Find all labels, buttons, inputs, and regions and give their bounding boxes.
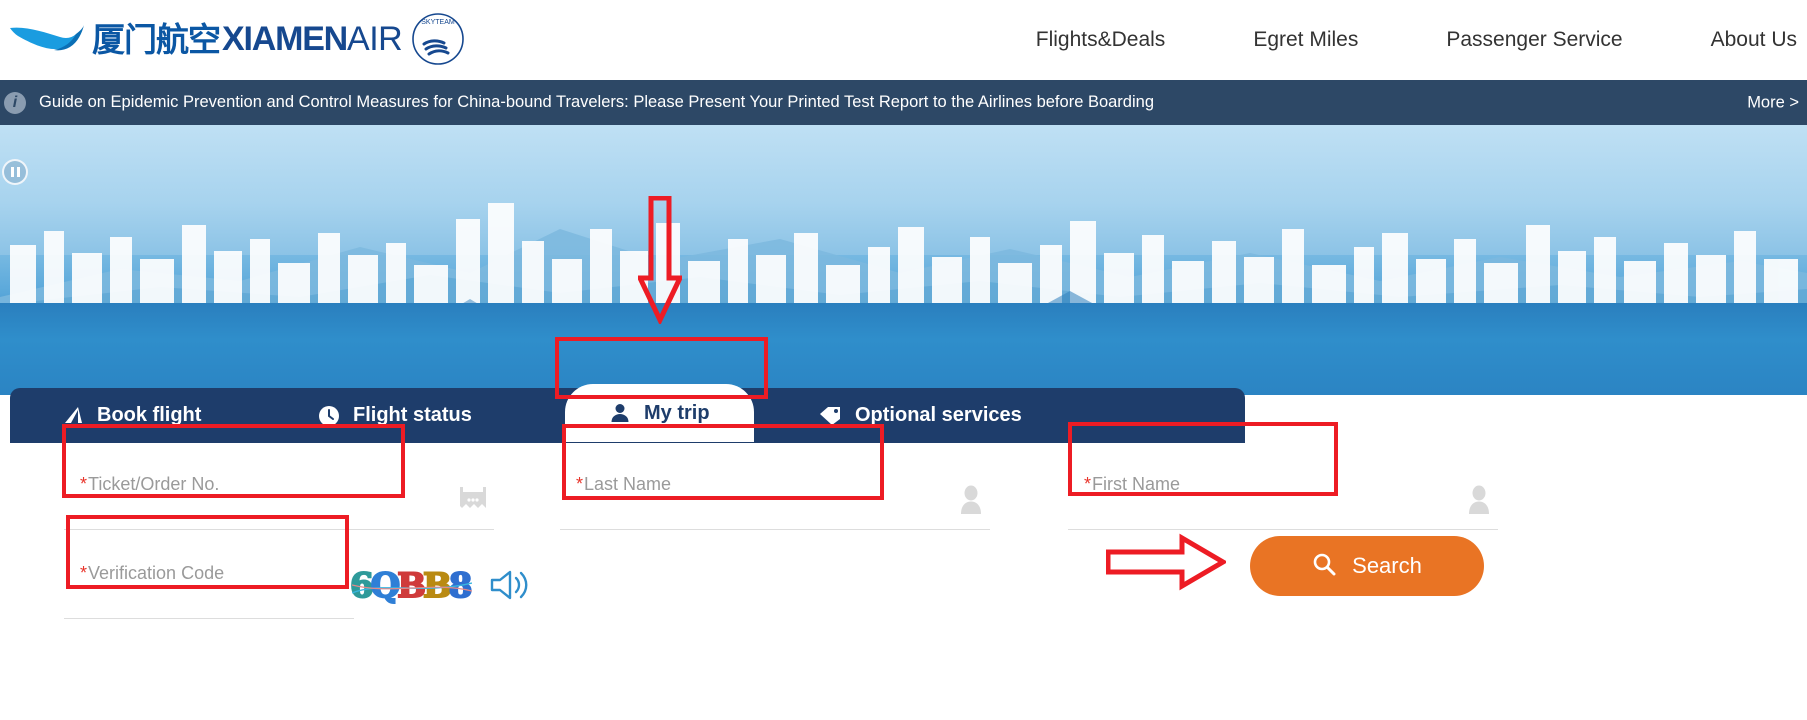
red-right-arrow-annotation	[1106, 533, 1226, 591]
tab-flight-status[interactable]: Flight status	[318, 388, 472, 443]
nav-item-egret-miles[interactable]: Egret Miles	[1253, 28, 1358, 52]
main-navigation: Flights&Deals Egret Miles Passenger Serv…	[1036, 0, 1807, 80]
last-name-placeholder: *Last Name	[576, 474, 672, 494]
search-button[interactable]: Search	[1250, 536, 1484, 596]
person-icon	[1466, 484, 1492, 519]
field-ticket-order-no[interactable]: *Ticket/Order No.	[64, 458, 494, 530]
speaker-icon[interactable]	[488, 567, 530, 608]
my-trip-search-form: *Ticket/Order No. *Last Name *First Name	[10, 443, 1550, 720]
nav-item-about-us[interactable]: About Us	[1711, 28, 1797, 52]
tab-label: Optional services	[855, 404, 1022, 426]
info-icon: i	[4, 91, 26, 114]
xiamenair-bird-icon	[10, 25, 84, 51]
captcha-noise-lines	[352, 582, 472, 594]
required-asterisk: *	[80, 563, 88, 583]
tab-optional-services[interactable]: Optional services	[818, 388, 1022, 443]
person-icon	[958, 484, 984, 519]
required-asterisk: *	[576, 474, 584, 494]
svg-text:SKYTEAM: SKYTEAM	[422, 19, 456, 26]
pause-icon-bar	[16, 167, 20, 177]
search-tabbar: Book flight Flight status My trip Option…	[0, 384, 1807, 450]
airplane-wing-icon	[62, 405, 84, 427]
tab-label: My trip	[644, 401, 710, 424]
first-name-placeholder: *First Name	[1084, 474, 1181, 494]
epidemic-notice-banner[interactable]: i Guide on Epidemic Prevention and Contr…	[0, 80, 1807, 125]
notice-more-link[interactable]: More >	[1747, 93, 1799, 112]
tab-label: Book flight	[97, 404, 202, 426]
field-first-name[interactable]: *First Name	[1068, 458, 1498, 530]
carousel-pause-button[interactable]	[2, 159, 28, 185]
brand-logo-air: AIR	[347, 20, 403, 58]
tag-icon	[818, 405, 842, 427]
clock-icon	[318, 405, 340, 427]
notice-text: Guide on Epidemic Prevention and Control…	[39, 93, 1154, 111]
required-asterisk: *	[80, 474, 88, 494]
red-down-arrow-annotation	[638, 196, 682, 324]
field-last-name[interactable]: *Last Name	[560, 458, 990, 530]
brand-logo-chinese: 厦门航空	[92, 19, 221, 59]
search-button-label: Search	[1352, 553, 1422, 578]
nav-item-flights-deals[interactable]: Flights&Deals	[1036, 28, 1166, 52]
site-header: 厦门航空 XIAMEN AIR SKYTEAM Flights&Deals Eg…	[0, 0, 1807, 80]
required-asterisk: *	[1084, 474, 1092, 494]
hero-banner	[0, 125, 1807, 395]
nav-item-passenger-service[interactable]: Passenger Service	[1446, 28, 1622, 52]
hero-water	[0, 303, 1807, 395]
tab-book-flight[interactable]: Book flight	[62, 388, 201, 443]
pause-icon-bar	[10, 167, 14, 177]
brand-logo-xiamen: XIAMEN	[222, 20, 348, 58]
skyteam-icon: SKYTEAM	[412, 13, 465, 65]
verification-code-placeholder: *Verification Code	[80, 563, 225, 583]
field-verification-code[interactable]: *Verification Code	[64, 547, 354, 619]
search-icon	[1312, 552, 1336, 581]
ticket-order-no-placeholder: *Ticket/Order No.	[80, 474, 220, 494]
brand-logo[interactable]: 厦门航空 XIAMEN AIR SKYTEAM	[8, 10, 466, 68]
person-icon	[609, 402, 631, 424]
ticket-icon	[458, 484, 488, 515]
tab-my-trip[interactable]: My trip	[565, 384, 754, 442]
tab-label: Flight status	[353, 404, 472, 426]
captcha-image[interactable]: 6 Q B B 8	[349, 563, 473, 609]
